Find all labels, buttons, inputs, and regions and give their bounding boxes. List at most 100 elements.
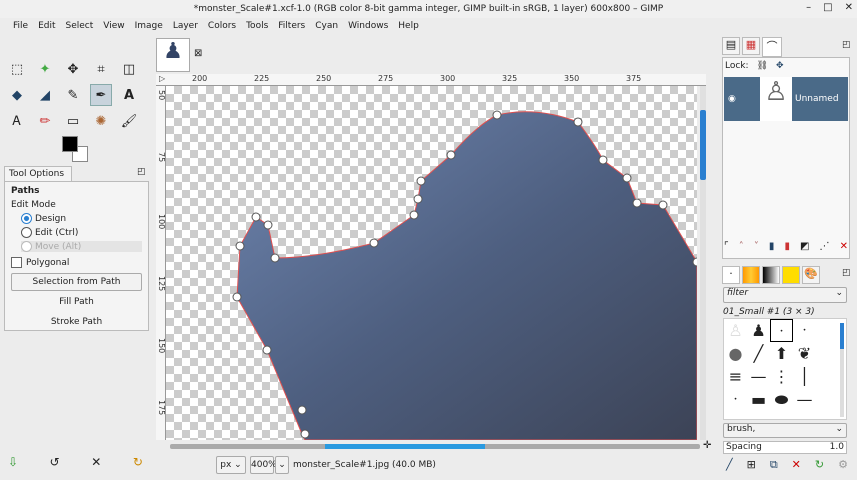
- lock-position-icon[interactable]: ✥: [776, 61, 784, 71]
- brush-item[interactable]: ▬: [747, 388, 770, 411]
- foreground-color-swatch[interactable]: [62, 136, 78, 152]
- image-tab-thumbnail[interactable]: ♟: [156, 38, 190, 72]
- brush-item[interactable]: ⬬: [770, 388, 793, 411]
- blend-tool-icon[interactable]: ◢: [34, 84, 56, 106]
- quick-mask-toggle-icon[interactable]: ▷: [159, 74, 165, 83]
- edit-brush-icon[interactable]: ╱: [726, 458, 733, 472]
- brush-item[interactable]: •: [724, 388, 747, 411]
- menu-select[interactable]: Select: [61, 18, 99, 35]
- path-to-selection-add-icon[interactable]: ◩: [800, 241, 809, 252]
- brush-item[interactable]: ≡: [724, 365, 747, 388]
- tab-brushes-icon[interactable]: ·: [722, 266, 740, 284]
- brush-item[interactable]: ♟: [747, 319, 770, 342]
- save-options-icon[interactable]: ⇩: [8, 455, 18, 469]
- brush-item[interactable]: —: [747, 365, 770, 388]
- close-image-tab-icon[interactable]: ⊠: [194, 48, 202, 59]
- menu-view[interactable]: View: [98, 18, 129, 35]
- duplicate-path-icon[interactable]: ▮: [784, 241, 790, 252]
- measure-tool-icon[interactable]: Ꭺ: [6, 110, 28, 132]
- tab-palettes-icon[interactable]: [782, 266, 800, 284]
- path-to-selection-icon[interactable]: ⌜: [724, 241, 729, 252]
- zoom-select[interactable]: 400%: [250, 456, 277, 474]
- spacing-slider[interactable]: Spacing 1.0: [723, 441, 847, 454]
- brush-item[interactable]: —: [793, 388, 816, 411]
- tab-fonts-icon[interactable]: 🎨: [802, 266, 820, 284]
- heal-tool-icon[interactable]: ✺: [90, 110, 112, 132]
- menu-file[interactable]: File: [8, 18, 33, 35]
- tab-channels-icon[interactable]: ▦: [742, 37, 760, 55]
- brush-filter-select[interactable]: filter ⌄: [723, 287, 847, 303]
- dock-menu-icon[interactable]: ◰: [842, 40, 851, 50]
- new-path-icon[interactable]: ▮: [769, 241, 775, 252]
- mode-move-radio[interactable]: Move (Alt): [21, 241, 142, 252]
- tab-gradients-icon[interactable]: [762, 266, 780, 284]
- tab-tool-options[interactable]: Tool Options: [4, 166, 72, 182]
- menu-filters[interactable]: Filters: [273, 18, 310, 35]
- brush-grid[interactable]: ♙ ♟ • • ● ╱ ⬆ ❦ ≡ — ⋮ │ • ▬ ⬬ —: [723, 318, 847, 420]
- move-tool-icon[interactable]: ✥: [62, 58, 84, 80]
- menu-colors[interactable]: Colors: [203, 18, 241, 35]
- tab-patterns-icon[interactable]: [742, 266, 760, 284]
- unified-transform-tool-icon[interactable]: ◫: [118, 58, 140, 80]
- navigate-icon[interactable]: ✛: [703, 440, 711, 451]
- open-brush-as-image-icon[interactable]: ⚙: [838, 458, 848, 472]
- tab-paths-icon[interactable]: ⌒: [762, 37, 782, 57]
- reset-options-icon[interactable]: ↻: [133, 455, 143, 469]
- delete-path-icon[interactable]: ✕: [840, 241, 848, 252]
- menu-layer[interactable]: Layer: [168, 18, 203, 35]
- polygonal-checkbox[interactable]: Polygonal: [11, 257, 142, 268]
- selection-from-path-button[interactable]: Selection from Path: [11, 273, 142, 291]
- brush-dock-menu-icon[interactable]: ◰: [842, 268, 851, 278]
- delete-options-icon[interactable]: ✕: [91, 455, 101, 469]
- layer-row[interactable]: ◉ ♙ Unnamed: [724, 77, 848, 121]
- eraser-tool-icon[interactable]: ▭: [62, 110, 84, 132]
- text-tool-icon[interactable]: A: [118, 84, 140, 106]
- brush-item[interactable]: ⋮: [770, 365, 793, 388]
- brush-item[interactable]: ╱: [747, 342, 770, 365]
- mode-design-radio[interactable]: Design: [21, 213, 142, 224]
- panel-menu-icon[interactable]: ◰: [137, 167, 146, 177]
- brush-item-selected[interactable]: •: [770, 319, 793, 342]
- tab-layers-icon[interactable]: ▤: [722, 37, 740, 55]
- raise-icon[interactable]: ˄: [739, 241, 744, 252]
- pencil-tool-icon[interactable]: ✏: [34, 110, 56, 132]
- zoom-dropdown-icon[interactable]: ⌄: [275, 456, 289, 474]
- fill-path-button[interactable]: Fill Path: [11, 297, 142, 307]
- menu-image[interactable]: Image: [130, 18, 168, 35]
- menu-tools[interactable]: Tools: [241, 18, 273, 35]
- smudge-tool-icon[interactable]: ✎: [62, 84, 84, 106]
- visibility-eye-icon[interactable]: ◉: [724, 94, 760, 104]
- mode-edit-radio[interactable]: Edit (Ctrl): [21, 227, 142, 238]
- brush-item[interactable]: ●: [724, 342, 747, 365]
- menu-help[interactable]: Help: [393, 18, 424, 35]
- paintbrush-tool-icon[interactable]: 🖌: [118, 110, 140, 132]
- menu-windows[interactable]: Windows: [343, 18, 393, 35]
- brush-item[interactable]: ♙: [724, 319, 747, 342]
- duplicate-brush-icon[interactable]: ⧉: [770, 458, 778, 472]
- brush-item[interactable]: ❦: [793, 342, 816, 365]
- minimize-button[interactable]: –: [806, 2, 811, 13]
- bucket-fill-tool-icon[interactable]: ◆: [6, 84, 28, 106]
- menu-edit[interactable]: Edit: [33, 18, 60, 35]
- rect-select-tool-icon[interactable]: ⬚: [6, 58, 28, 80]
- fuzzy-select-tool-icon[interactable]: ✦: [34, 58, 56, 80]
- image-canvas[interactable]: [166, 86, 697, 440]
- refresh-brushes-icon[interactable]: ↻: [815, 458, 824, 472]
- horizontal-scrollbar[interactable]: [170, 444, 700, 449]
- vertical-scrollbar[interactable]: [700, 86, 706, 440]
- restore-options-icon[interactable]: ↺: [50, 455, 60, 469]
- unit-select[interactable]: px ⌄: [216, 456, 246, 474]
- stroke-path-button[interactable]: Stroke Path: [11, 317, 142, 327]
- brush-item[interactable]: ⬆: [770, 342, 793, 365]
- paths-tool-icon[interactable]: ✒: [90, 84, 112, 106]
- crop-tool-icon[interactable]: ⌗: [90, 58, 112, 80]
- brush-tag-input[interactable]: brush, ⌄: [723, 423, 847, 438]
- menu-cyan[interactable]: Cyan: [310, 18, 343, 35]
- new-brush-icon[interactable]: ⊞: [747, 458, 756, 472]
- delete-brush-icon[interactable]: ✕: [792, 458, 801, 472]
- brush-item[interactable]: │: [793, 365, 816, 388]
- brush-item[interactable]: •: [793, 319, 816, 342]
- maximize-button[interactable]: □: [823, 2, 832, 13]
- selection-to-path-icon[interactable]: ⋰: [820, 241, 830, 252]
- lock-pixels-icon[interactable]: ⛓: [757, 61, 768, 71]
